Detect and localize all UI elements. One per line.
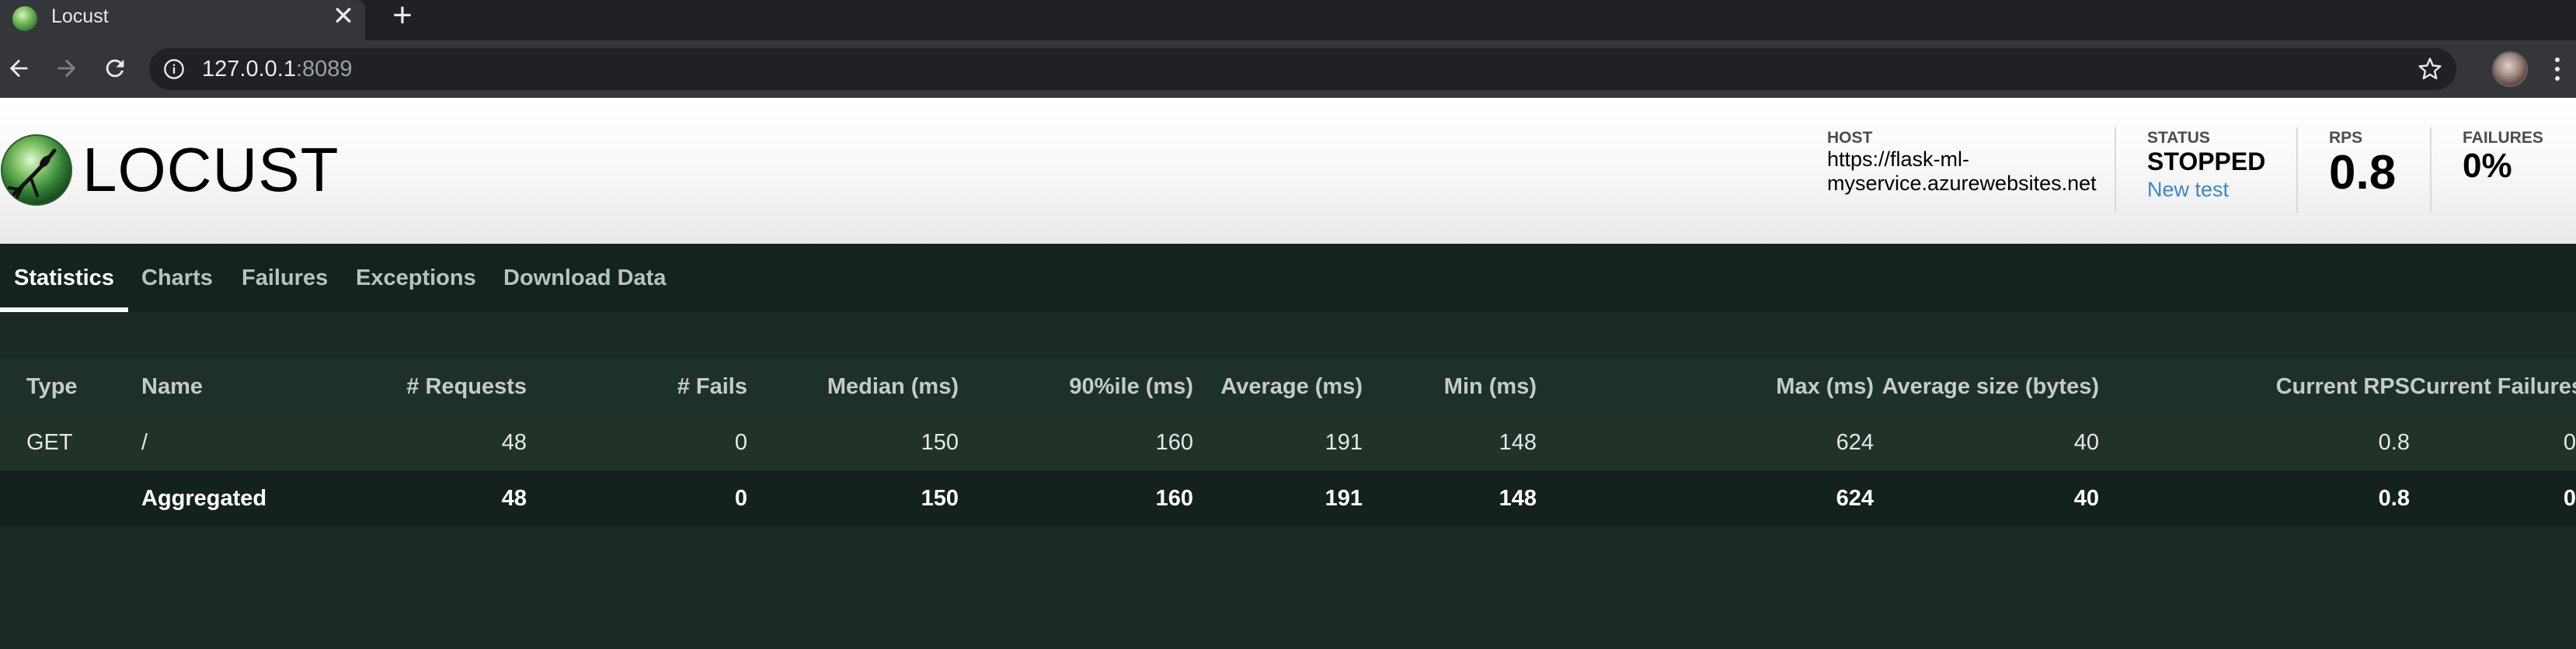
cell-current-failures: 0 [2563,429,2576,455]
kebab-menu-icon[interactable] [2548,51,2567,87]
cell-current-rps: 0.8 [2378,429,2410,455]
col-header-median[interactable]: Median (ms) [747,359,959,415]
tab-failures[interactable]: Failures [242,244,328,312]
table-row: GET / 48 0 150 160 191 148 624 40 0.8 0 [0,415,2576,470]
cell-fails: 0 [734,429,747,455]
cell-fails: 0 [734,485,747,511]
rps-label: RPS [2329,129,2363,147]
failures-box: FAILURES 0% [2463,129,2571,214]
locust-logo-icon [0,134,73,206]
divider [2430,127,2432,213]
failures-value: 0% [2463,147,2512,185]
rps-value: 0.8 [2329,146,2397,200]
col-header-name[interactable]: Name [141,359,387,415]
star-icon[interactable] [2418,57,2442,82]
col-header-min[interactable]: Min (ms) [1363,359,1537,415]
cell-type: GET [26,429,73,455]
host-value: https://flask-ml-myservice.azurewebsites… [1827,148,2097,195]
reload-icon[interactable] [96,50,134,87]
address-bar[interactable]: 127.0.0.1:8089 [149,48,2456,90]
status-box: STATUS STOPPED New test [2147,129,2287,214]
cell-90ile: 160 [1155,429,1193,455]
col-header-requests[interactable]: # Requests [387,359,527,415]
locust-favicon-icon [12,6,37,31]
col-header-avg-size[interactable]: Average size (bytes) [1874,359,2099,415]
stats-table: Type Name # Requests # Fails Median (ms)… [0,359,2576,526]
logo-text: LOCUST [82,135,339,204]
app-header: LOCUST HOST https://flask-ml-myservice.a… [0,98,2576,244]
url-host: 127.0.0.1 [202,57,296,82]
cell-name: Aggregated [141,485,267,511]
browser-toolbar: 127.0.0.1:8089 [0,40,2576,98]
col-header-average[interactable]: Average (ms) [1193,359,1363,415]
cell-name: / [141,429,148,455]
col-header-type[interactable]: Type [26,359,141,415]
cell-max: 624 [1836,429,1874,455]
tab-charts[interactable]: Charts [141,244,213,312]
cell-max: 624 [1836,485,1874,511]
cell-median: 150 [921,429,959,455]
cell-requests: 48 [501,429,527,455]
cell-median: 150 [921,485,959,511]
info-icon[interactable] [163,58,185,80]
cell-current-failures: 0 [2563,485,2576,511]
rps-box: RPS 0.8 [2329,129,2422,214]
cell-avg-size: 40 [2073,429,2099,455]
new-test-link[interactable]: New test [2147,175,2287,203]
cell-average: 191 [1325,429,1363,455]
host-box: HOST https://flask-ml-myservice.azureweb… [1827,129,2107,214]
browser-tabstrip: Locust ✕ + [0,0,2576,40]
col-header-current-rps[interactable]: Current RPS [2099,359,2410,415]
forward-icon[interactable] [48,50,85,87]
avatar[interactable] [2492,51,2528,87]
divider [2296,127,2298,213]
cell-type [26,470,141,526]
tab-exceptions[interactable]: Exceptions [356,244,476,312]
url-port: :8089 [295,57,353,82]
host-label: HOST [1827,129,1873,147]
url-text: 127.0.0.1:8089 [202,48,353,90]
col-header-current-failures[interactable]: Current Failures/s [2410,359,2576,415]
status-value: STOPPED [2147,148,2266,175]
status-label: STATUS [2147,129,2210,147]
browser-tab[interactable]: Locust ✕ [0,0,365,40]
close-icon[interactable]: ✕ [329,0,357,33]
col-header-90ile[interactable]: 90%ile (ms) [959,359,1193,415]
cell-90ile: 160 [1155,485,1193,511]
tab-statistics[interactable]: Statistics [0,244,128,312]
cell-min: 148 [1499,485,1537,511]
tab-download-data[interactable]: Download Data [503,244,666,312]
main-nav: Statistics Charts Failures Exceptions Do… [0,244,2576,312]
table-header-row: Type Name # Requests # Fails Median (ms)… [0,359,2576,415]
tab-title: Locust [51,5,109,27]
cell-requests: 48 [501,485,527,511]
new-tab-icon[interactable]: + [385,0,419,33]
cell-average: 191 [1325,485,1363,511]
col-header-fails[interactable]: # Fails [527,359,747,415]
table-row-aggregated: Aggregated 48 0 150 160 191 148 624 40 0… [0,470,2576,526]
cell-current-rps: 0.8 [2378,485,2410,511]
back-icon[interactable] [0,50,37,87]
divider [2115,127,2116,213]
col-header-max[interactable]: Max (ms) [1537,359,1874,415]
cell-avg-size: 40 [2073,485,2099,511]
cell-min: 148 [1499,429,1537,455]
failures-label: FAILURES [2463,129,2543,147]
